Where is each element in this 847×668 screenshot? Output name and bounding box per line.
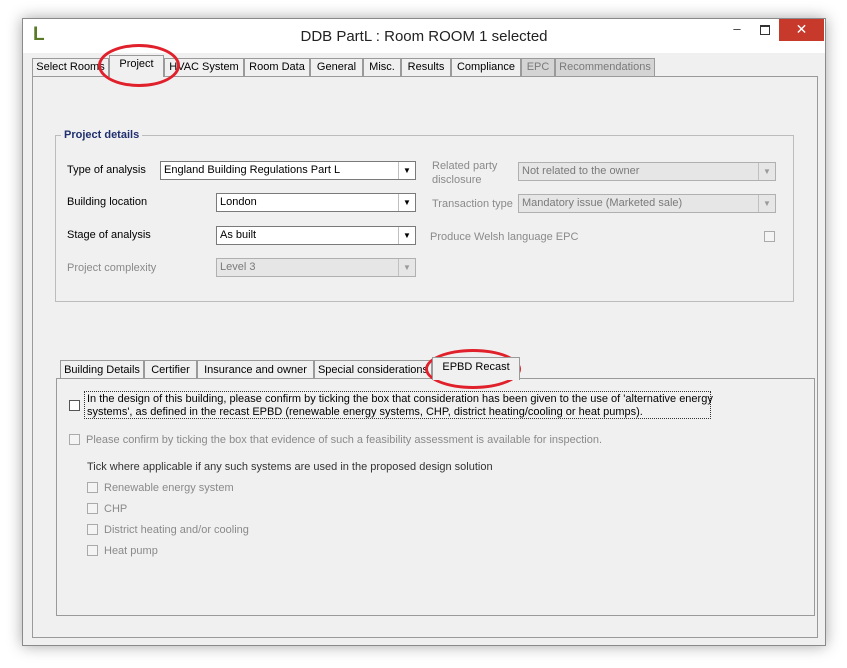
consideration-text-line2: systems', as defined in the recast EPBD … [87, 406, 643, 418]
tab-general[interactable]: General [310, 58, 363, 76]
type-of-analysis-label: Type of analysis [67, 164, 146, 176]
related-party-label: Related party [432, 160, 498, 172]
tab-project[interactable]: Project [109, 55, 164, 77]
building-location-label: Building location [67, 196, 148, 208]
tab-select-rooms[interactable]: Select Rooms [32, 58, 109, 76]
title-bar: L DDB PartL : Room ROOM 1 selected – ✕ [23, 19, 825, 53]
related-party-select[interactable]: Not related to the owner ▼ [518, 162, 776, 181]
chevron-down-icon[interactable]: ▼ [398, 227, 415, 244]
tab-hvac-system[interactable]: HVAC System [164, 58, 244, 76]
tab-compliance[interactable]: Compliance [451, 58, 521, 76]
related-party-value: Not related to the owner [522, 165, 640, 177]
tab-misc[interactable]: Misc. [363, 58, 401, 76]
building-location-select[interactable]: London ▼ [216, 193, 416, 212]
district-heating-checkbox[interactable] [87, 524, 98, 535]
subtab-special-considerations[interactable]: Special considerations [314, 360, 432, 380]
window-title: DDB PartL : Room ROOM 1 selected [300, 28, 548, 45]
renewable-energy-checkbox[interactable] [87, 482, 98, 493]
chevron-down-icon[interactable]: ▼ [758, 195, 775, 212]
related-party-label-line2: disclosure [432, 174, 482, 186]
subtab-insurance-and-owner[interactable]: Insurance and owner [197, 360, 314, 380]
tab-room-data[interactable]: Room Data [244, 58, 310, 76]
chevron-down-icon[interactable]: ▼ [398, 194, 415, 211]
district-heating-label: District heating and/or cooling [104, 524, 249, 536]
stage-of-analysis-select[interactable]: As built ▼ [216, 226, 416, 245]
transaction-type-label: Transaction type [432, 198, 513, 210]
stage-of-analysis-label: Stage of analysis [67, 229, 151, 241]
tab-epc[interactable]: EPC [521, 58, 555, 76]
tick-heading: Tick where applicable if any such system… [87, 461, 493, 473]
tab-results[interactable]: Results [401, 58, 451, 76]
minimize-button[interactable]: – [723, 19, 751, 41]
maximize-icon [760, 25, 770, 35]
chevron-down-icon[interactable]: ▼ [398, 259, 415, 276]
consideration-checkbox[interactable] [69, 400, 80, 411]
chevron-down-icon[interactable]: ▼ [398, 162, 415, 179]
consideration-text-line1: In the design of this building, please c… [87, 393, 713, 405]
close-button[interactable]: ✕ [779, 19, 824, 41]
tab-recommendations[interactable]: Recommendations [555, 58, 655, 76]
subtab-building-details[interactable]: Building Details [60, 360, 144, 380]
subtab-epbd-recast[interactable]: EPBD Recast [432, 357, 520, 380]
heat-pump-label: Heat pump [104, 545, 158, 557]
feasibility-text: Please confirm by ticking the box that e… [86, 434, 603, 446]
project-details-legend: Project details [61, 129, 143, 141]
renewable-energy-label: Renewable energy system [104, 482, 234, 494]
transaction-type-value: Mandatory issue (Marketed sale) [522, 197, 683, 209]
building-location-value: London [220, 196, 257, 208]
chp-label: CHP [104, 503, 128, 515]
chp-checkbox[interactable] [87, 503, 98, 514]
welsh-epc-checkbox[interactable] [764, 231, 775, 242]
type-of-analysis-select[interactable]: England Building Regulations Part L ▼ [160, 161, 416, 180]
transaction-type-select[interactable]: Mandatory issue (Marketed sale) ▼ [518, 194, 776, 213]
type-of-analysis-value: England Building Regulations Part L [164, 164, 341, 176]
subtab-certifier[interactable]: Certifier [144, 360, 197, 380]
heat-pump-checkbox[interactable] [87, 545, 98, 556]
welsh-epc-label: Produce Welsh language EPC [430, 231, 579, 243]
maximize-button[interactable] [751, 19, 779, 41]
feasibility-checkbox[interactable] [69, 434, 80, 445]
project-complexity-value: Level 3 [220, 261, 256, 273]
project-complexity-select[interactable]: Level 3 ▼ [216, 258, 416, 277]
stage-of-analysis-value: As built [220, 229, 257, 241]
chevron-down-icon[interactable]: ▼ [758, 163, 775, 180]
project-complexity-label: Project complexity [67, 262, 157, 274]
